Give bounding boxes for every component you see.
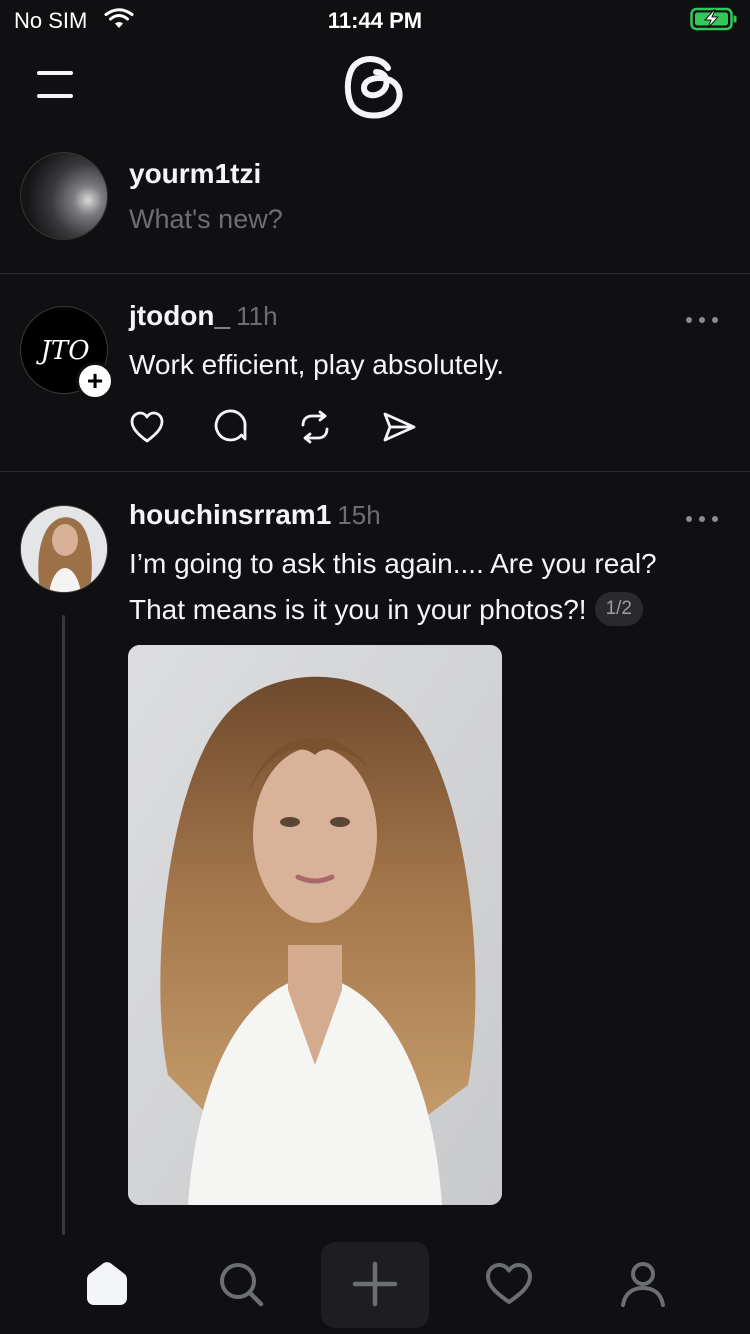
- avatar[interactable]: [20, 505, 108, 593]
- post-text: Work efficient, play absolutely.: [129, 349, 505, 380]
- battery-charging-icon: [690, 7, 737, 31]
- post-time: 11h: [236, 301, 278, 331]
- more-options-icon[interactable]: [684, 514, 720, 524]
- post-actions: [128, 408, 428, 448]
- tab-home[interactable]: [53, 1242, 161, 1328]
- post-username[interactable]: houchinsrram1: [129, 499, 331, 530]
- tab-activity[interactable]: [455, 1242, 563, 1328]
- repost-icon[interactable]: [296, 408, 334, 446]
- follow-button[interactable]: +: [76, 362, 114, 400]
- composer-prompt[interactable]: What's new?: [129, 204, 283, 235]
- tab-compose[interactable]: [321, 1242, 429, 1328]
- post-header: houchinsrram1 15h: [129, 499, 381, 531]
- compose-icon: [352, 1261, 398, 1307]
- post-item[interactable]: JTO + jtodon_ 11h Work efficient, play ab…: [0, 274, 750, 472]
- tab-bar: [0, 1236, 750, 1334]
- more-options-icon[interactable]: [684, 315, 720, 325]
- plus-icon: +: [86, 365, 104, 396]
- heart-icon[interactable]: [128, 408, 166, 446]
- image-counter-badge: 1/2: [594, 591, 643, 626]
- profile-icon: [621, 1262, 665, 1307]
- post-text-line: That means is it you in your photos?! 1/2: [129, 587, 657, 633]
- comment-icon[interactable]: [212, 408, 250, 446]
- post-username[interactable]: jtodon_: [129, 300, 230, 331]
- activity-heart-icon: [486, 1263, 532, 1304]
- composer-username: yourm1tzi: [129, 158, 262, 189]
- composer[interactable]: yourm1tzi What's new?: [0, 140, 750, 274]
- post-image[interactable]: [128, 645, 502, 1205]
- tab-search[interactable]: [187, 1242, 295, 1328]
- thread-line: [62, 615, 65, 1235]
- post-text-line: I’m going to ask this again.... Are you …: [129, 548, 657, 579]
- avatar-photo: [21, 506, 107, 592]
- post-time: 15h: [337, 500, 381, 530]
- post-text: I’m going to ask this again.... Are you …: [129, 541, 657, 633]
- threads-logo-icon[interactable]: [342, 52, 406, 120]
- post-text-line-2: That means is it you in your photos?!: [129, 594, 587, 625]
- share-icon[interactable]: [380, 408, 418, 446]
- status-bar: No SIM 11:44 PM: [0, 0, 750, 42]
- menu-icon[interactable]: [36, 70, 74, 100]
- home-icon: [87, 1262, 127, 1305]
- tab-profile[interactable]: [589, 1242, 697, 1328]
- post-header: jtodon_ 11h: [129, 300, 278, 332]
- avatar[interactable]: [20, 152, 108, 240]
- search-icon: [220, 1263, 264, 1307]
- post-item[interactable]: houchinsrram1 15h I’m going to ask this a…: [0, 473, 750, 1243]
- status-time: 11:44 PM: [327, 8, 423, 33]
- portrait-photo: [128, 645, 502, 1205]
